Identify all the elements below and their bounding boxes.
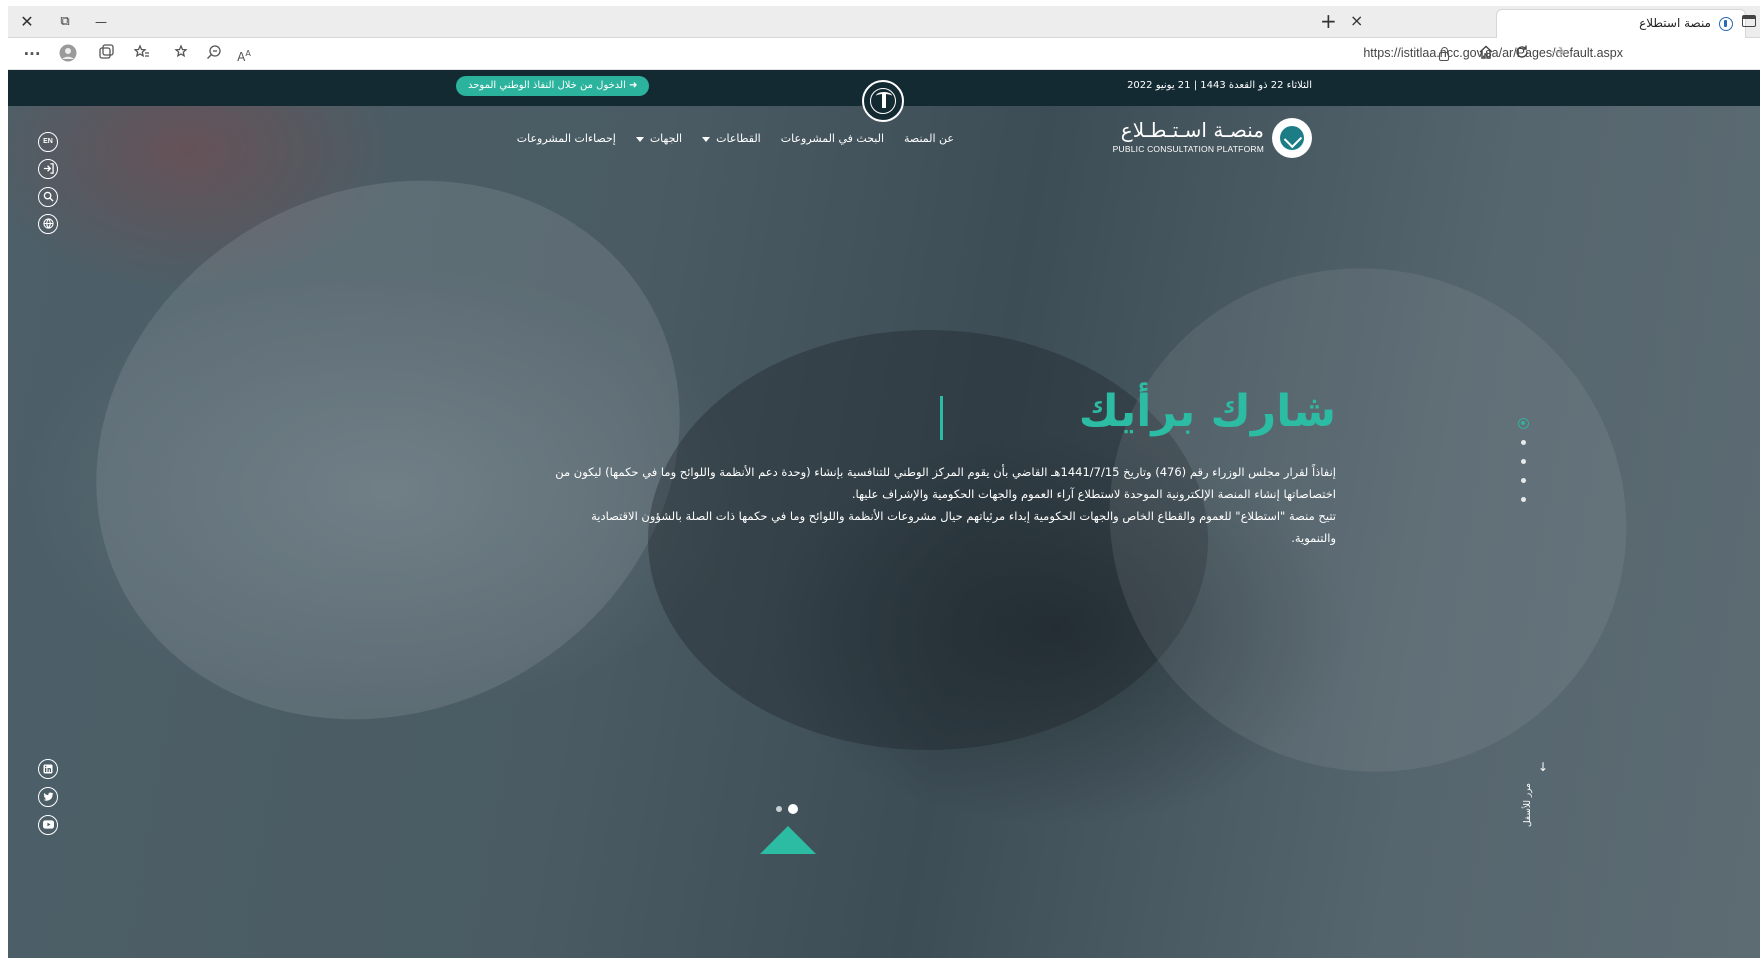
nafath-login-button[interactable]: ➜ الدخول من خلال النفاذ الوطني الموحد [456, 76, 650, 96]
section-dot-4[interactable] [1521, 478, 1526, 483]
profile-icon[interactable] [58, 44, 78, 64]
hero-paragraph-1-line-1: إنفاذاً لقرار مجلس الوزراء رقم (476) وتا… [555, 465, 1336, 479]
scroll-down-hint[interactable]: ↓ مرر للأسفل [1523, 760, 1558, 850]
section-dot-5[interactable] [1521, 497, 1526, 502]
collections-icon[interactable] [96, 44, 116, 64]
search-icon[interactable] [38, 187, 58, 207]
new-tab-button[interactable]: + [1320, 9, 1337, 33]
slider-dot-1[interactable] [776, 806, 782, 812]
vertical-tabs-icon[interactable] [1742, 15, 1756, 27]
hero-paragraph-1-line-2: اختصاصاتها إنشاء المنصة الإلكترونية المو… [851, 487, 1336, 501]
hero-headline: شارك برأيك [1078, 386, 1336, 437]
nafath-login-label: الدخول من خلال النفاذ الوطني الموحد [468, 80, 626, 91]
current-date: الثلاثاء 22 ذو القعدة 1443 | 21 يونيو 20… [1127, 80, 1312, 91]
add-favorite-icon[interactable] [172, 44, 192, 64]
refresh-icon[interactable] [1512, 44, 1532, 64]
linkedin-icon[interactable] [38, 759, 58, 779]
restore-window-button[interactable]: ⧉ [54, 11, 76, 33]
home-icon[interactable] [1476, 44, 1496, 64]
site-logo[interactable]: منصـة اسـتـطـلاع PUBLIC CONSULTATION PLA… [1112, 118, 1312, 158]
arrow-down-icon: ↓ [1538, 760, 1549, 774]
favorites-icon[interactable] [132, 44, 152, 64]
hero-paragraph-2-line-1: تتيح منصة "استطلاع" للعموم والقطاع الخاص… [591, 509, 1336, 523]
nav-item-project-search[interactable]: البحث في المشروعات [781, 132, 884, 152]
tab-bar: ✕ ⧉ — + × منصة استطلاع [8, 6, 1760, 38]
background-sleeve-shape [8, 79, 775, 821]
nav-item-sectors-label: القطاعات [716, 132, 761, 145]
slider-dot-2[interactable] [788, 804, 798, 814]
close-tab-button[interactable]: × [1350, 11, 1363, 30]
logo-english-text: PUBLIC CONSULTATION PLATFORM [1112, 144, 1264, 154]
hero-paragraph-2-line-2: والتنموية. [1291, 531, 1336, 545]
language-toggle-button[interactable]: EN [38, 132, 58, 152]
active-tab[interactable]: منصة استطلاع [1496, 9, 1746, 38]
twitter-icon[interactable] [38, 787, 58, 807]
scroll-next-section-icon[interactable] [760, 826, 816, 854]
login-icon[interactable] [38, 159, 58, 179]
tab-title: منصة استطلاع [1639, 16, 1711, 30]
logo-mark-icon [1272, 118, 1312, 158]
globe-icon[interactable] [38, 214, 58, 234]
nav-item-entities-label: الجهات [649, 132, 683, 145]
logo-arabic-text: منصـة اسـتـطـلاع [1120, 118, 1264, 142]
nav-item-entities[interactable]: الجهات [635, 132, 683, 152]
lock-icon[interactable] [1439, 47, 1449, 61]
web-page: الثلاثاء 22 ذو القعدة 1443 | 21 يونيو 20… [8, 70, 1760, 958]
read-aloud-icon[interactable]: AA [234, 44, 254, 64]
nav-item-statistics[interactable]: إحصاءات المشروعات [517, 132, 616, 152]
nav-item-sectors[interactable]: القطاعات [702, 132, 761, 152]
more-menu-button[interactable]: ··· [22, 44, 42, 64]
chevron-down-icon [635, 136, 644, 142]
chevron-down-icon [702, 136, 711, 142]
zoom-icon[interactable] [204, 44, 224, 64]
site-favicon-icon [1719, 17, 1733, 31]
address-bar: ··· AA https://istitlaa.ncc.gov.sa/ar/Pa… [8, 38, 1760, 70]
main-nav: عن المنصة البحث في المشروعات القطاعات ال… [517, 132, 954, 152]
section-dot-2[interactable] [1521, 440, 1526, 445]
minimize-window-button[interactable]: — [90, 11, 112, 33]
typing-cursor [940, 396, 943, 440]
youtube-icon[interactable] [38, 815, 58, 835]
close-window-button[interactable]: ✕ [16, 11, 38, 33]
section-dot-3[interactable] [1521, 459, 1526, 464]
section-dot-1[interactable] [1518, 418, 1529, 429]
login-icon: ➜ [629, 80, 638, 91]
scroll-down-label: مرر للأسفل [1523, 782, 1534, 828]
nav-item-about[interactable]: عن المنصة [904, 132, 954, 152]
browser-window: ✕ ⧉ — + × منصة استطلاع ··· AA https://is… [0, 0, 1760, 958]
saudi-emblem-icon [862, 80, 904, 122]
forward-icon[interactable] [1548, 44, 1568, 64]
